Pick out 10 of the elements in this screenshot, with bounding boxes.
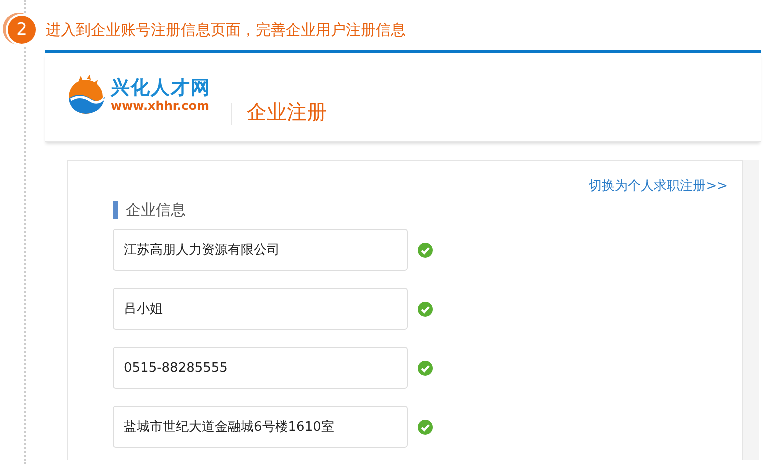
- input-field[interactable]: 0515-88285555: [113, 347, 408, 389]
- step-number: 2: [8, 16, 36, 44]
- input-field[interactable]: 盐城市世纪大道金融城6号楼1610室: [113, 406, 408, 448]
- input-field[interactable]: 江苏高朋人力资源有限公司: [113, 229, 408, 271]
- step-title: 进入到企业账号注册信息页面，完善企业用户注册信息: [46, 20, 406, 40]
- switch-link[interactable]: 切换为个人求职注册>>: [589, 177, 728, 195]
- logo-name: 兴化人才网: [111, 77, 211, 99]
- logo-url: www.xhhr.com: [111, 99, 211, 113]
- page-title: 企业注册: [247, 99, 327, 126]
- input-field[interactable]: 吕小姐: [113, 288, 408, 330]
